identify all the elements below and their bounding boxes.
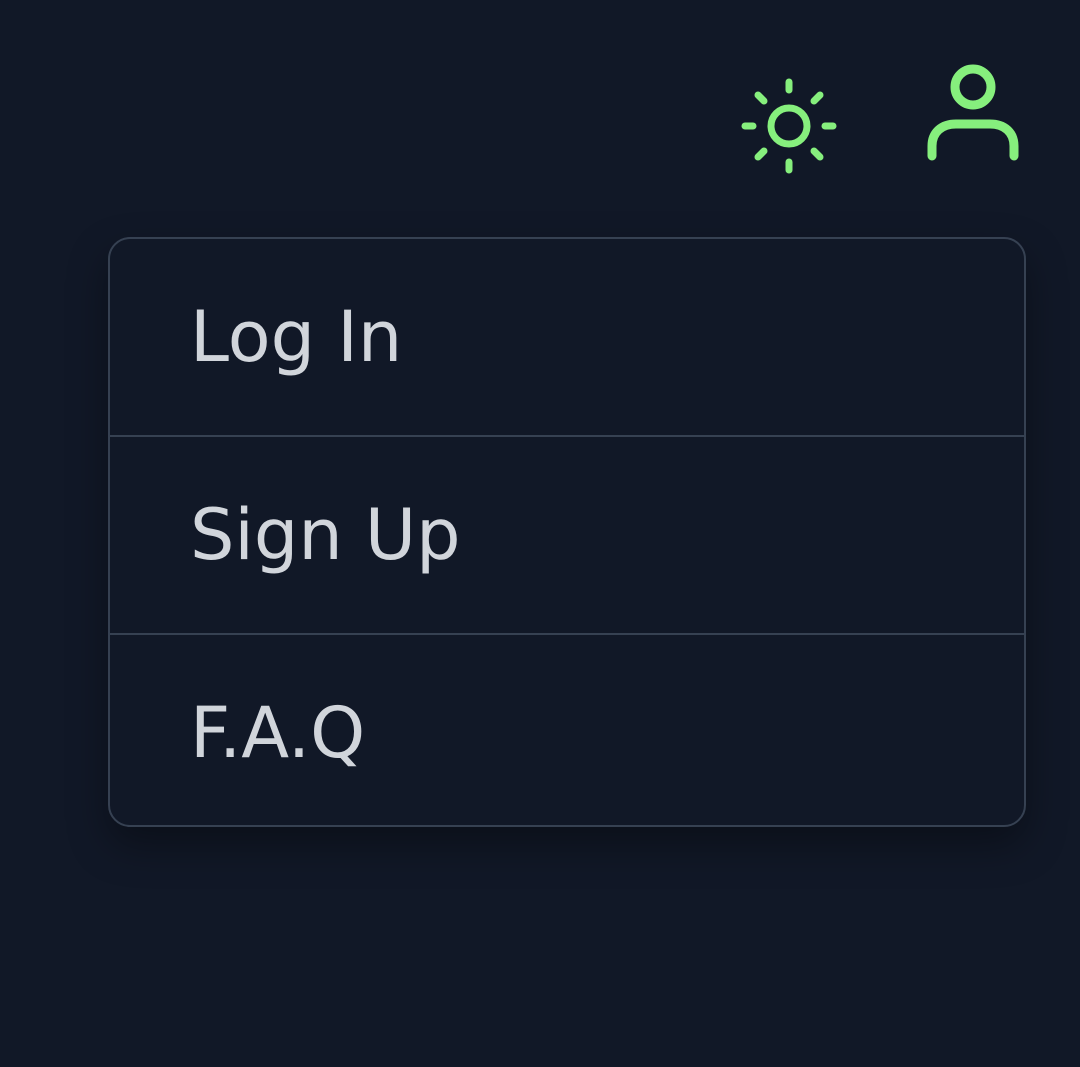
menu-item-label: F.A.Q <box>190 692 366 774</box>
top-bar <box>0 0 1080 200</box>
menu-item-sign-up[interactable]: Sign Up <box>110 437 1024 633</box>
sun-icon <box>741 78 837 174</box>
menu-item-log-in[interactable]: Log In <box>110 239 1024 435</box>
menu-item-faq[interactable]: F.A.Q <box>110 635 1024 825</box>
user-icon <box>927 64 1019 161</box>
user-menu-button[interactable] <box>920 60 1026 166</box>
user-dropdown-menu: Log In Sign Up F.A.Q <box>108 237 1026 827</box>
theme-toggle-button[interactable] <box>736 74 842 178</box>
menu-item-label: Sign Up <box>190 494 461 576</box>
menu-item-label: Log In <box>190 296 403 378</box>
